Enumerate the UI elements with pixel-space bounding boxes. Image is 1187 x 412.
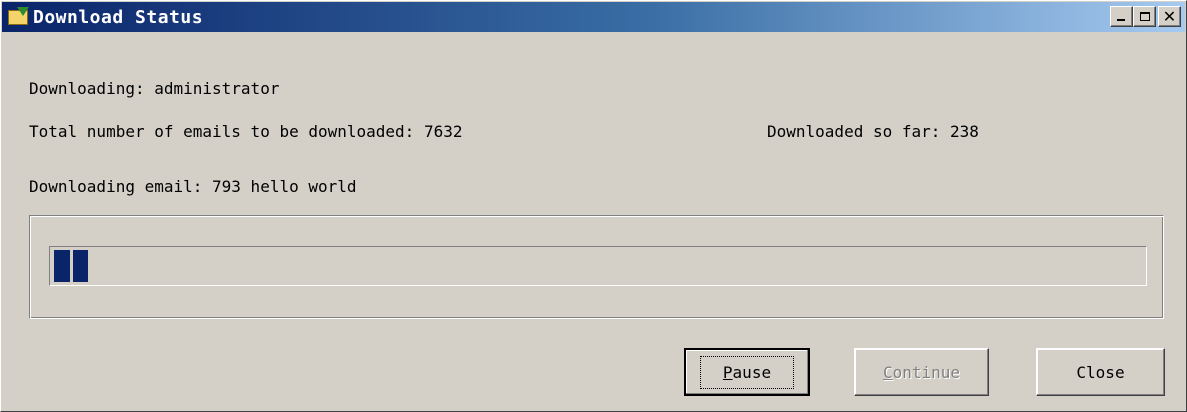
close-button-label: Close — [1076, 362, 1125, 382]
close-button[interactable]: Close — [1036, 348, 1165, 396]
maximize-icon — [1139, 12, 1150, 21]
title-bar[interactable]: Download Status ✕ — [2, 2, 1185, 32]
minimize-icon — [1117, 19, 1125, 21]
pause-button-label: Pause — [699, 355, 795, 389]
maximize-button[interactable] — [1133, 6, 1156, 27]
progress-fill — [54, 250, 88, 282]
downloaded-so-far-label: Downloaded so far: 238 — [767, 122, 979, 141]
pause-button[interactable]: Pause — [684, 348, 810, 396]
mail-download-icon — [8, 7, 30, 27]
download-status-window: Download Status ✕ Downloading: administr… — [0, 0, 1187, 412]
continue-button[interactable]: Continue — [854, 348, 989, 396]
continue-button-label: Continue — [882, 362, 961, 382]
window-title: Download Status — [33, 6, 204, 28]
minimize-button[interactable] — [1110, 6, 1133, 27]
close-icon: ✕ — [1162, 6, 1177, 26]
downloading-user-label: Downloading: administrator — [29, 79, 280, 98]
download-progress-bar — [49, 246, 1147, 286]
close-window-button[interactable]: ✕ — [1158, 6, 1181, 27]
total-emails-label: Total number of emails to be downloaded:… — [29, 122, 463, 141]
current-email-label: Downloading email: 793 hello world — [29, 177, 357, 196]
